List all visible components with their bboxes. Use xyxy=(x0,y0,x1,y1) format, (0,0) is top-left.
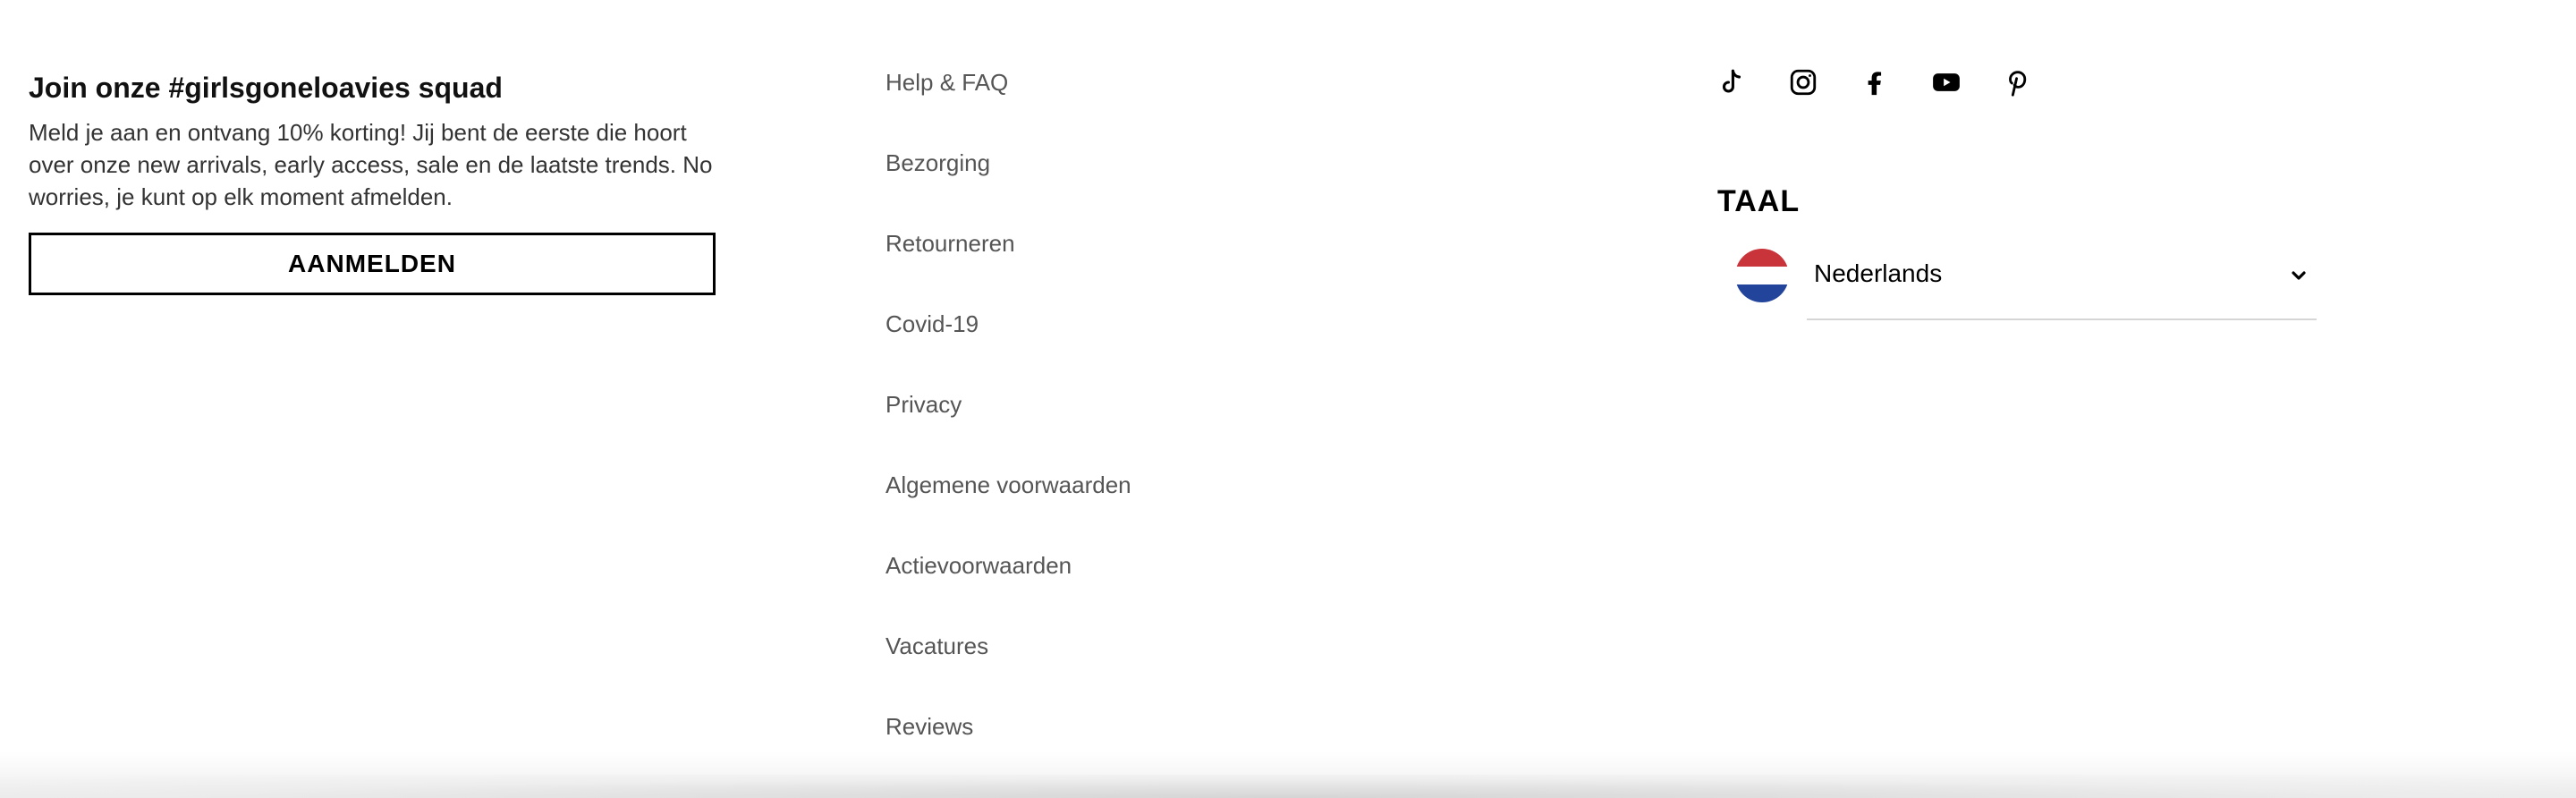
language-select-underline xyxy=(1807,318,2317,320)
newsletter-title: Join onze #girlsgoneloavies squad xyxy=(29,72,503,104)
instagram-icon[interactable] xyxy=(1787,66,1819,98)
footer-links: Help & FAQ Bezorging Retourneren Covid-1… xyxy=(886,64,1131,789)
language-title: TAAL xyxy=(1717,184,1801,218)
footer-link-item: Actievoorwaarden xyxy=(886,548,1131,628)
link-privacy[interactable]: Privacy xyxy=(886,386,962,422)
link-help-faq[interactable]: Help & FAQ xyxy=(886,64,1008,100)
chevron-down-icon xyxy=(2292,271,2306,280)
link-algemene-voorwaarden[interactable]: Algemene voorwaarden xyxy=(886,467,1131,503)
bottom-shadow xyxy=(0,751,2576,798)
footer-link-item: Retourneren xyxy=(886,225,1131,306)
tiktok-icon[interactable] xyxy=(1716,66,1748,98)
youtube-icon[interactable] xyxy=(1930,66,1962,98)
footer: Join onze #girlsgoneloavies squad Meld j… xyxy=(0,0,2576,798)
link-retourneren[interactable]: Retourneren xyxy=(886,225,1015,261)
link-vacatures[interactable]: Vacatures xyxy=(886,628,988,664)
social-links xyxy=(1716,66,2034,98)
pinterest-icon[interactable] xyxy=(2002,66,2034,98)
link-covid-19[interactable]: Covid-19 xyxy=(886,306,979,342)
link-actievoorwaarden[interactable]: Actievoorwaarden xyxy=(886,548,1072,583)
footer-link-item: Privacy xyxy=(886,386,1131,467)
footer-link-item: Bezorging xyxy=(886,145,1131,225)
newsletter-section: Join onze #girlsgoneloavies squad Meld j… xyxy=(29,66,717,295)
language-select[interactable]: Nederlands xyxy=(1735,247,2317,320)
signup-button[interactable]: AANMELDEN xyxy=(29,233,716,295)
language-selected-value: Nederlands xyxy=(1814,259,1943,287)
footer-link-item: Vacatures xyxy=(886,628,1131,709)
facebook-icon[interactable] xyxy=(1859,66,1891,98)
footer-link-item: Algemene voorwaarden xyxy=(886,467,1131,548)
link-reviews[interactable]: Reviews xyxy=(886,709,973,744)
link-bezorging[interactable]: Bezorging xyxy=(886,145,990,181)
footer-link-item: Help & FAQ xyxy=(886,64,1131,145)
netherlands-flag-icon xyxy=(1735,249,1789,302)
newsletter-description: Meld je aan en ontvang 10% korting! Jij … xyxy=(29,119,713,210)
footer-link-item: Covid-19 xyxy=(886,306,1131,386)
